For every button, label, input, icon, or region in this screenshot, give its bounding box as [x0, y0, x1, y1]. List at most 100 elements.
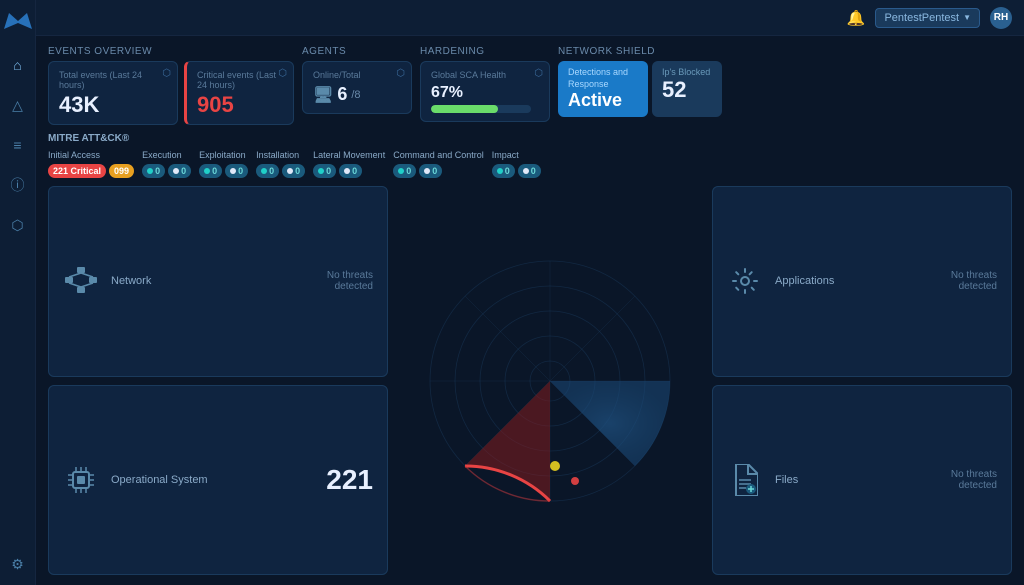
network-shield-section: Network Shield Detections and Response A…	[558, 46, 722, 125]
network-card-name: Network	[111, 275, 315, 287]
sidebar-item-settings[interactable]: ⚙	[7, 553, 29, 575]
dot-white-5	[424, 168, 430, 174]
hardening-bar-wrap: 67%	[431, 84, 539, 113]
top-header: 🔔 PentestPentest ▼ RH	[36, 0, 1024, 36]
critical-events-value: 905	[197, 94, 283, 116]
badge-critical: 221 Critical	[48, 164, 106, 178]
sidebar-item-info[interactable]: ⓘ	[7, 174, 29, 196]
total-events-label: Total events (Last 24 hours)	[59, 70, 167, 90]
mitre-execution[interactable]: Execution 0 0	[142, 150, 191, 178]
radar-container	[420, 251, 680, 511]
ips-blocked-label: Ip's Blocked	[662, 67, 712, 77]
badge-exec-1: 0	[142, 164, 165, 178]
ips-blocked-card[interactable]: Ip's Blocked 52	[652, 61, 722, 117]
mitre-execution-badges: 0 0	[142, 164, 191, 178]
badge-expl-1: 0	[199, 164, 222, 178]
network-threat-card[interactable]: Network No threatsdetected	[48, 186, 388, 377]
mitre-exploitation[interactable]: Exploitation 0 0	[199, 150, 248, 178]
events-cards: Total events (Last 24 hours) 43K ⬡ Criti…	[48, 61, 294, 125]
detections-card[interactable]: Detections and Response Active	[558, 61, 648, 117]
applications-card-name: Applications	[775, 275, 939, 287]
gear-icon	[727, 263, 763, 299]
mitre-impact-label: Impact	[492, 150, 541, 160]
hardening-bar-fill	[431, 105, 498, 113]
mitre-section: MITRE ATT&CK® Initial Access 221 Critica…	[48, 133, 1012, 178]
badge-cmd-1: 0	[393, 164, 416, 178]
mitre-title: MITRE ATT&CK®	[48, 133, 1012, 144]
avatar[interactable]: RH	[990, 7, 1012, 29]
mitre-grid: Initial Access 221 Critical 099 Executio…	[48, 150, 1012, 178]
mitre-initial-access-label: Initial Access	[48, 150, 134, 160]
mitre-impact-badges: 0 0	[492, 164, 541, 178]
badge-warning: 099	[109, 164, 134, 178]
hardening-card[interactable]: Global SCA Health 67% ⬡	[420, 61, 550, 122]
sidebar-item-shield[interactable]: ⬡	[7, 214, 29, 236]
badge-exec-2: 0	[168, 164, 191, 178]
mitre-command-control-badges: 0 0	[393, 164, 484, 178]
agents-label: Online/Total	[313, 70, 401, 80]
dot-teal-3	[261, 168, 267, 174]
agents-total: /8	[351, 89, 360, 101]
mitre-command-control-label: Command and Control	[393, 150, 484, 160]
critical-events-card[interactable]: Critical events (Last 24 hours) 905 ⬡	[184, 61, 294, 125]
mitre-lateral-movement[interactable]: Lateral Movement 0 0	[313, 150, 385, 178]
agents-online: 6	[337, 84, 347, 105]
mitre-execution-label: Execution	[142, 150, 191, 160]
notification-bell[interactable]: 🔔	[847, 9, 866, 27]
agents-value: 🖥 6 /8	[313, 84, 401, 105]
left-panels: Network No threatsdetected	[48, 186, 388, 575]
right-panels: Applications No threatsdetected	[712, 186, 1012, 575]
network-threat-status: No threatsdetected	[327, 270, 373, 292]
external-link-icon-4: ⬡	[534, 68, 543, 79]
dropdown-icon: ▼	[963, 13, 971, 22]
hardening-title: Hardening	[420, 46, 550, 57]
cpu-icon	[63, 462, 99, 498]
hardening-section: Hardening Global SCA Health 67% ⬡	[420, 46, 550, 125]
bottom-area: Network No threatsdetected	[48, 186, 1012, 575]
dot-teal-6	[497, 168, 503, 174]
mitre-impact[interactable]: Impact 0 0	[492, 150, 541, 178]
dot-white-2	[230, 168, 236, 174]
os-threat-card[interactable]: Operational System 221	[48, 385, 388, 576]
sidebar-item-menu[interactable]: ≡	[7, 134, 29, 156]
content-area: Events Overview Total events (Last 24 ho…	[36, 36, 1024, 585]
dot-white-6	[523, 168, 529, 174]
badge-lat-2: 0	[339, 164, 362, 178]
files-threat-card[interactable]: Files No threatsdetected	[712, 385, 1012, 576]
network-icon	[63, 263, 99, 299]
sidebar-item-alerts[interactable]: △	[7, 94, 29, 116]
os-threat-count: 221	[326, 464, 373, 496]
network-shield-title: Network Shield	[558, 46, 722, 57]
os-card-name: Operational System	[111, 474, 314, 486]
badge-lat-1: 0	[313, 164, 336, 178]
agents-online-card[interactable]: Online/Total 🖥 6 /8 ⬡	[302, 61, 412, 114]
file-icon	[727, 462, 763, 498]
detections-label: Detections and Response	[568, 67, 638, 90]
dot-teal-1	[147, 168, 153, 174]
dot-teal-2	[204, 168, 210, 174]
stats-row: Events Overview Total events (Last 24 ho…	[48, 46, 1012, 125]
sidebar: ⌂ △ ≡ ⓘ ⬡ ⚙	[0, 0, 36, 585]
mitre-installation[interactable]: Installation 0 0	[256, 150, 305, 178]
badge-expl-2: 0	[225, 164, 248, 178]
hardening-cards: Global SCA Health 67% ⬡	[420, 61, 550, 122]
mitre-command-control[interactable]: Command and Control 0 0	[393, 150, 484, 178]
mitre-lateral-movement-badges: 0 0	[313, 164, 385, 178]
applications-threat-card[interactable]: Applications No threatsdetected	[712, 186, 1012, 377]
mitre-installation-label: Installation	[256, 150, 305, 160]
dot-teal-5	[398, 168, 404, 174]
mitre-initial-access-badges: 221 Critical 099	[48, 164, 134, 178]
mitre-initial-access[interactable]: Initial Access 221 Critical 099	[48, 150, 134, 178]
radar-area	[396, 186, 704, 575]
user-badge[interactable]: PentestPentest ▼	[875, 8, 980, 28]
external-link-icon-3: ⬡	[396, 68, 405, 79]
mitre-exploitation-label: Exploitation	[199, 150, 248, 160]
hardening-percent: 67%	[431, 84, 539, 102]
hardening-label: Global SCA Health	[431, 70, 539, 80]
total-events-card[interactable]: Total events (Last 24 hours) 43K ⬡	[48, 61, 178, 125]
network-shield-cards: Detections and Response Active Ip's Bloc…	[558, 61, 722, 117]
sidebar-item-home[interactable]: ⌂	[7, 54, 29, 76]
events-overview-section: Events Overview Total events (Last 24 ho…	[48, 46, 294, 125]
mitre-lateral-movement-label: Lateral Movement	[313, 150, 385, 160]
badge-cmd-2: 0	[419, 164, 442, 178]
